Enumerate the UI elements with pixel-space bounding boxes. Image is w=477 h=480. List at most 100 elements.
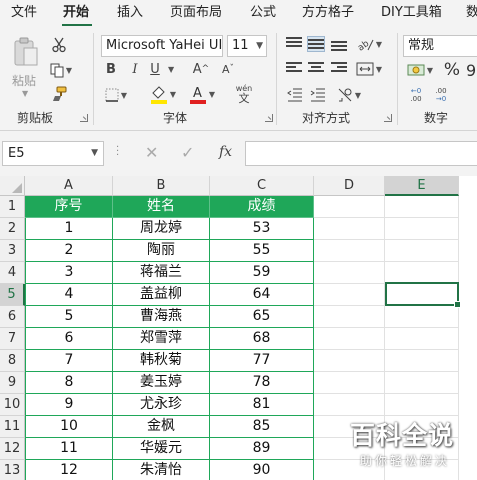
header-cell[interactable]: 姓名: [113, 196, 210, 218]
align-right-icon[interactable]: [331, 62, 347, 76]
column-header-a[interactable]: A: [25, 176, 113, 196]
cancel-icon[interactable]: ✕: [145, 143, 158, 162]
increase-decimal-icon[interactable]: ←0.00: [405, 84, 427, 106]
header-cell[interactable]: 成绩: [210, 196, 314, 218]
active-cell-selection[interactable]: [385, 282, 461, 308]
cell-index[interactable]: 7: [25, 350, 113, 372]
cell-index[interactable]: 5: [25, 306, 113, 328]
cell-name[interactable]: 曹海燕: [113, 306, 210, 328]
empty-cell[interactable]: [385, 196, 459, 218]
empty-cell[interactable]: [314, 262, 385, 284]
tab-diy-toolbox[interactable]: DIY工具箱: [381, 4, 442, 22]
cell-index[interactable]: 4: [25, 284, 113, 306]
empty-cell[interactable]: [385, 394, 459, 416]
font-size-select[interactable]: 11 ▼: [227, 35, 267, 57]
row-header-12[interactable]: 12: [0, 438, 25, 460]
align-center-icon[interactable]: [308, 62, 324, 76]
font-color-button[interactable]: A ▼: [185, 83, 219, 105]
cell-score[interactable]: 85: [210, 416, 314, 438]
select-all-corner[interactable]: [0, 176, 25, 196]
column-header-e[interactable]: E: [385, 176, 459, 196]
cell-index[interactable]: 6: [25, 328, 113, 350]
empty-cell[interactable]: [314, 196, 385, 218]
empty-cell[interactable]: [314, 218, 385, 240]
cell-score[interactable]: 65: [210, 306, 314, 328]
format-painter-icon[interactable]: [48, 84, 70, 104]
cell-index[interactable]: 3: [25, 262, 113, 284]
empty-cell[interactable]: [385, 372, 459, 394]
row-header-2[interactable]: 2: [0, 218, 25, 240]
decrease-font-size-button[interactable]: Aˇ: [217, 60, 239, 78]
increase-font-size-button[interactable]: A ^: [190, 60, 212, 78]
tab-file[interactable]: 文件: [11, 4, 37, 22]
increase-indent-icon[interactable]: [308, 86, 328, 104]
empty-cell[interactable]: [314, 394, 385, 416]
cell-name[interactable]: 陶丽: [113, 240, 210, 262]
cell-index[interactable]: 8: [25, 372, 113, 394]
empty-cell[interactable]: [314, 328, 385, 350]
cell-score[interactable]: 64: [210, 284, 314, 306]
cell-index[interactable]: 1: [25, 218, 113, 240]
font-name-select[interactable]: Microsoft YaHei UI: [101, 35, 223, 57]
enter-check-icon[interactable]: ✓: [181, 143, 194, 162]
wrap-text-icon[interactable]: ▼: [333, 85, 365, 105]
empty-cell[interactable]: [385, 328, 459, 350]
column-header-b[interactable]: B: [113, 176, 210, 196]
cell-score[interactable]: 55: [210, 240, 314, 262]
bold-button[interactable]: B: [103, 60, 119, 78]
cell-name[interactable]: 华媛元: [113, 438, 210, 460]
row-header-8[interactable]: 8: [0, 350, 25, 372]
cell-score[interactable]: 90: [210, 460, 314, 480]
cell-score[interactable]: 81: [210, 394, 314, 416]
empty-cell[interactable]: [385, 262, 459, 284]
cell-score[interactable]: 53: [210, 218, 314, 240]
cell-name[interactable]: 朱清怡: [113, 460, 210, 480]
phonetic-guide-button[interactable]: wén 文: [229, 82, 259, 106]
row-header-6[interactable]: 6: [0, 306, 25, 328]
comma-style-button[interactable]: 9: [466, 59, 477, 81]
cell-name[interactable]: 郑雪萍: [113, 328, 210, 350]
cell-score[interactable]: 78: [210, 372, 314, 394]
underline-button[interactable]: U: [148, 60, 162, 78]
cell-score[interactable]: 89: [210, 438, 314, 460]
row-header-9[interactable]: 9: [0, 372, 25, 394]
alignment-launcher-icon[interactable]: [384, 114, 392, 122]
empty-cell[interactable]: [314, 240, 385, 262]
cell-name[interactable]: 金枫: [113, 416, 210, 438]
cell-name[interactable]: 周龙婷: [113, 218, 210, 240]
cut-icon[interactable]: [48, 35, 70, 55]
drag-handle-icon[interactable]: · · ·: [116, 143, 119, 161]
cell-index[interactable]: 9: [25, 394, 113, 416]
row-header-4[interactable]: 4: [0, 262, 25, 284]
empty-cell[interactable]: [385, 306, 459, 328]
row-header-13[interactable]: 13: [0, 460, 25, 480]
empty-cell[interactable]: [385, 218, 459, 240]
tab-formulas[interactable]: 公式: [250, 4, 276, 22]
empty-cell[interactable]: [314, 350, 385, 372]
column-header-c[interactable]: C: [210, 176, 314, 196]
formula-input[interactable]: [245, 141, 477, 166]
empty-cell[interactable]: [385, 240, 459, 262]
borders-button[interactable]: ▼: [101, 85, 131, 105]
number-format-select[interactable]: 常规: [403, 35, 477, 57]
tab-home[interactable]: 开始: [63, 4, 89, 22]
cell-name[interactable]: 韩秋菊: [113, 350, 210, 372]
cell-score[interactable]: 59: [210, 262, 314, 284]
row-header-3[interactable]: 3: [0, 240, 25, 262]
middle-align-icon[interactable]: [307, 36, 325, 52]
cell-name[interactable]: 蒋福兰: [113, 262, 210, 284]
percent-style-button[interactable]: %: [443, 59, 461, 81]
italic-button[interactable]: I: [127, 60, 143, 78]
row-header-5[interactable]: 5: [0, 284, 25, 306]
tab-fangfang[interactable]: 方方格子: [302, 4, 354, 22]
cell-index[interactable]: 10: [25, 416, 113, 438]
cell-name[interactable]: 尤永珍: [113, 394, 210, 416]
decrease-decimal-icon[interactable]: .00 →0: [430, 84, 452, 106]
empty-cell[interactable]: [314, 284, 385, 306]
header-cell[interactable]: 序号: [25, 196, 113, 218]
currency-format-icon[interactable]: ▼: [404, 60, 436, 80]
paste-dropdown-icon[interactable]: ▼: [22, 89, 28, 98]
row-header-11[interactable]: 11: [0, 416, 25, 438]
merge-center-icon[interactable]: ▼: [352, 60, 386, 78]
cell-score[interactable]: 77: [210, 350, 314, 372]
